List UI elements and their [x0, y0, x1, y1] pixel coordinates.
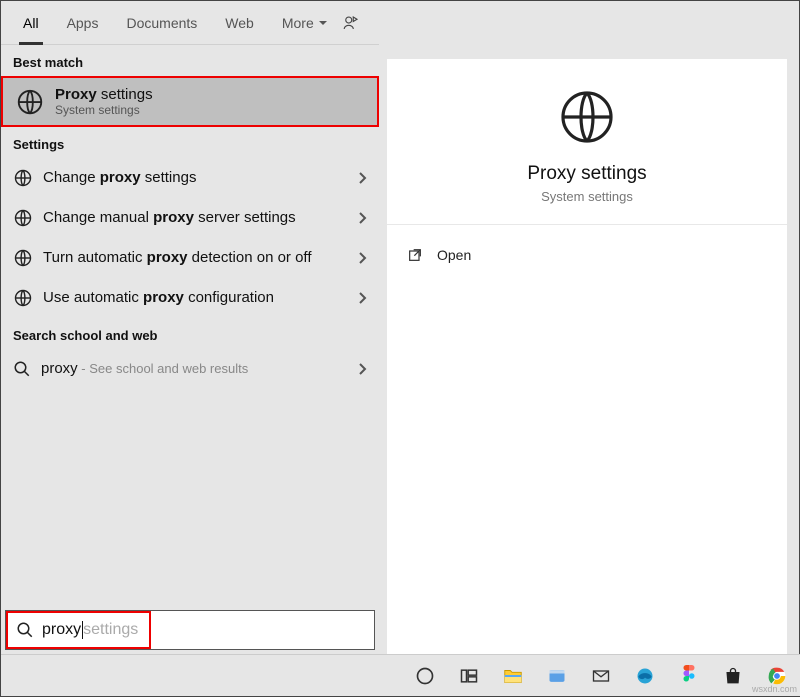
open-icon	[407, 247, 423, 263]
taskbar-app-icon[interactable]	[539, 658, 575, 694]
preview-panel: Proxy settings System settings Open	[379, 1, 799, 654]
globe-icon	[13, 208, 33, 228]
taskbar-store-icon[interactable]	[715, 658, 751, 694]
globe-icon	[555, 85, 619, 149]
chevron-right-icon	[357, 291, 367, 305]
globe-icon	[15, 87, 45, 117]
open-label: Open	[437, 247, 471, 263]
search-ghost-text: settings	[83, 621, 138, 639]
watermark: wsxdn.com	[752, 684, 797, 694]
taskbar: wsxdn.com	[1, 654, 800, 696]
chevron-right-icon	[357, 211, 367, 225]
tab-documents[interactable]: Documents	[112, 1, 211, 45]
settings-result[interactable]: Turn automatic proxy detection on or off	[1, 238, 379, 278]
tab-apps[interactable]: Apps	[53, 1, 113, 45]
globe-icon	[13, 288, 33, 308]
settings-result[interactable]: Use automatic proxy configuration	[1, 278, 379, 318]
search-input[interactable]: proxy settings	[5, 610, 375, 650]
result-filter-tabs: All Apps Documents Web More	[1, 1, 379, 45]
preview-subtitle: System settings	[541, 189, 633, 204]
settings-result-label: Change manual proxy server settings	[43, 208, 347, 228]
search-typed-text: proxy	[42, 621, 81, 639]
search-icon	[13, 360, 31, 378]
settings-result-label: Turn automatic proxy detection on or off	[43, 248, 347, 268]
globe-icon	[13, 168, 33, 188]
settings-result-label: Use automatic proxy configuration	[43, 288, 347, 308]
web-result[interactable]: proxy - See school and web results	[1, 349, 379, 389]
feedback-icon[interactable]	[342, 14, 360, 32]
web-result-label: proxy - See school and web results	[41, 359, 347, 379]
search-results-panel: All Apps Documents Web More	[1, 1, 379, 654]
chevron-right-icon	[357, 171, 367, 185]
tab-more[interactable]: More	[268, 1, 342, 45]
search-icon	[16, 621, 34, 639]
best-match-subtitle: System settings	[55, 103, 153, 117]
settings-result[interactable]: Change proxy settings	[1, 158, 379, 198]
taskbar-figma-icon[interactable]	[671, 658, 707, 694]
taskbar-edge-icon[interactable]	[627, 658, 663, 694]
open-action[interactable]: Open	[407, 243, 767, 267]
preview-title: Proxy settings	[527, 163, 646, 185]
taskbar-file-explorer-icon[interactable]	[495, 658, 531, 694]
section-settings: Settings	[1, 127, 379, 158]
preview-card: Proxy settings System settings Open	[387, 59, 787, 654]
chevron-down-icon	[318, 18, 328, 28]
section-best-match: Best match	[1, 45, 379, 76]
tab-all[interactable]: All	[9, 1, 53, 45]
taskbar-cortana-icon[interactable]	[407, 658, 443, 694]
chevron-right-icon	[357, 251, 367, 265]
tab-web[interactable]: Web	[211, 1, 268, 45]
taskbar-mail-icon[interactable]	[583, 658, 619, 694]
taskbar-taskview-icon[interactable]	[451, 658, 487, 694]
settings-result[interactable]: Change manual proxy server settings	[1, 198, 379, 238]
settings-result-label: Change proxy settings	[43, 168, 347, 188]
globe-icon	[13, 248, 33, 268]
best-match-result[interactable]: Proxy settings System settings	[1, 76, 379, 127]
chevron-right-icon	[357, 362, 367, 376]
tab-more-label: More	[282, 15, 314, 31]
best-match-title: Proxy settings	[55, 86, 153, 103]
section-search-web: Search school and web	[1, 318, 379, 349]
